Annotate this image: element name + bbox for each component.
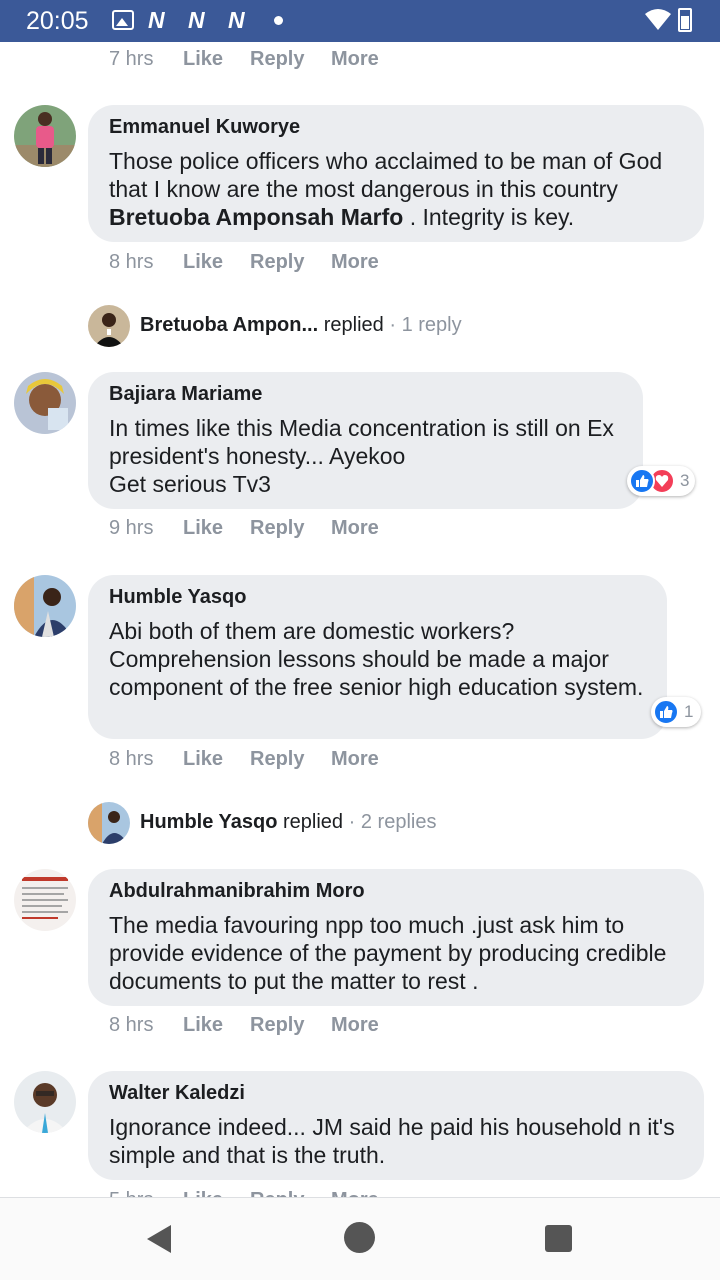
reply-button[interactable]: Reply	[250, 1186, 331, 1197]
avatar[interactable]	[14, 869, 76, 931]
more-button[interactable]: More	[331, 748, 379, 771]
like-button[interactable]: Like	[183, 48, 250, 71]
comment-text: In times like this Media concentration i…	[109, 415, 614, 497]
reaction-count: 3	[680, 471, 690, 490]
comment-bubble[interactable]: Humble Yasqo Abi both of them are domest…	[88, 575, 667, 739]
reply-button[interactable]: Reply	[250, 517, 331, 540]
comment-actions: 5 hrs Like Reply More	[109, 1186, 379, 1197]
navigation-bar	[0, 1197, 720, 1280]
avatar[interactable]	[14, 105, 76, 167]
like-reaction-icon	[653, 699, 679, 725]
reply-author: Bretuoba Ampon...	[140, 314, 319, 336]
comment-text: Those police officers who acclaimed to b…	[109, 148, 663, 230]
more-button[interactable]: More	[331, 517, 379, 540]
comment-author[interactable]: Abdulrahmanibrahim Moro	[109, 879, 684, 903]
notification-n-icon: N	[148, 7, 165, 33]
reactions-summary[interactable]: 1	[651, 697, 702, 727]
comment-bubble[interactable]: Bajiara Mariame In times like this Media…	[88, 372, 643, 509]
comment-bubble[interactable]: Emmanuel Kuworye Those police officers w…	[88, 105, 704, 242]
comment-actions: 8 hrs Like Reply More	[109, 251, 379, 274]
comment-time: 7 hrs	[109, 48, 154, 70]
reply-button[interactable]: Reply	[250, 1014, 331, 1037]
mention-link[interactable]: Bretuoba Amponsah Marfo	[109, 204, 403, 230]
avatar[interactable]	[88, 305, 130, 347]
comment-actions: 9 hrs Like Reply More	[109, 517, 379, 540]
recent-apps-icon[interactable]	[545, 1225, 572, 1252]
wifi-icon	[645, 9, 671, 30]
like-button[interactable]: Like	[183, 748, 250, 771]
more-notifications-dot-icon	[274, 16, 283, 25]
reply-button[interactable]: Reply	[250, 48, 331, 71]
reaction-count: 1	[684, 702, 694, 721]
reply-count: 2 replies	[360, 811, 437, 833]
comment-bubble[interactable]: Walter Kaledzi Ignorance indeed... JM sa…	[88, 1071, 704, 1180]
view-replies-link[interactable]: Bretuoba Ampon... replied · 1 reply	[140, 314, 462, 337]
gallery-icon	[112, 10, 134, 30]
comment-author[interactable]: Emmanuel Kuworye	[109, 115, 684, 139]
home-icon[interactable]	[344, 1222, 375, 1253]
comment-text: Abi both of them are domestic workers? C…	[109, 618, 644, 700]
notification-n-icon: N	[228, 7, 245, 33]
reply-count: 1 reply	[401, 314, 462, 336]
reactions-summary[interactable]: 3	[627, 466, 696, 496]
status-bar: 20:05 N N N	[0, 0, 720, 42]
comment-text: The media favouring npp too much .just a…	[109, 912, 667, 994]
reply-button[interactable]: Reply	[250, 251, 331, 274]
replied-verb: replied	[323, 314, 384, 336]
comment-bubble[interactable]: Abdulrahmanibrahim Moro The media favour…	[88, 869, 704, 1006]
like-reaction-icon	[629, 468, 655, 494]
reply-button[interactable]: Reply	[250, 748, 331, 771]
view-replies-link[interactable]: Humble Yasqo replied · 2 replies	[140, 811, 436, 834]
comment-time: 8 hrs	[109, 1014, 154, 1036]
like-button[interactable]: Like	[183, 1014, 250, 1037]
comment-time: 8 hrs	[109, 251, 154, 273]
reply-separator: ·	[348, 811, 356, 833]
like-button[interactable]: Like	[183, 1186, 250, 1197]
avatar[interactable]	[14, 1071, 76, 1133]
comment-time: 8 hrs	[109, 748, 154, 770]
more-button[interactable]: More	[331, 1014, 379, 1037]
more-button[interactable]: More	[331, 48, 379, 71]
like-button[interactable]: Like	[183, 517, 250, 540]
notification-n-icon: N	[188, 7, 205, 33]
comment-time: 5 hrs	[109, 1186, 183, 1197]
comment-author[interactable]: Walter Kaledzi	[109, 1081, 684, 1105]
battery-icon	[678, 8, 692, 32]
reply-separator: ·	[389, 314, 396, 336]
comment-actions: 8 hrs Like Reply More	[109, 748, 379, 771]
comment-time: 9 hrs	[109, 517, 154, 539]
reply-author: Humble Yasqo	[140, 811, 278, 833]
comment-actions: 8 hrs Like Reply More	[109, 1014, 379, 1037]
avatar[interactable]	[14, 372, 76, 434]
avatar[interactable]	[14, 575, 76, 637]
comment-author[interactable]: Humble Yasqo	[109, 585, 647, 609]
avatar[interactable]	[88, 802, 130, 844]
more-button[interactable]: More	[331, 1186, 379, 1197]
comment-actions: 7 hrs Like Reply More	[109, 48, 379, 71]
back-icon[interactable]	[147, 1225, 171, 1253]
clock: 20:05	[26, 7, 89, 35]
replied-verb: replied	[283, 811, 344, 833]
like-button[interactable]: Like	[183, 251, 250, 274]
comment-author[interactable]: Bajiara Mariame	[109, 382, 623, 406]
more-button[interactable]: More	[331, 251, 379, 274]
comment-text: Ignorance indeed... JM said he paid his …	[109, 1114, 675, 1168]
